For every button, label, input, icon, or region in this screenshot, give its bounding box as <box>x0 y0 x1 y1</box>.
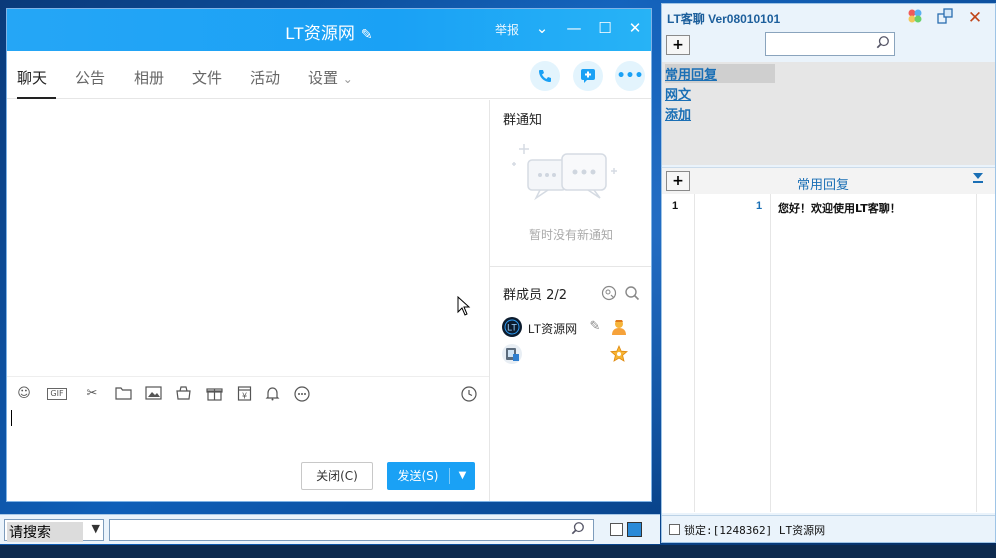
palette-icon[interactable] <box>905 8 925 28</box>
panel-search-input[interactable] <box>765 32 895 56</box>
window-checkbox-icon[interactable] <box>610 523 623 536</box>
image-icon[interactable] <box>144 386 162 402</box>
column-divider <box>770 194 771 512</box>
add-reply-button[interactable]: + <box>666 171 690 191</box>
link-add[interactable]: 添加 <box>665 104 691 123</box>
phone-icon[interactable] <box>530 61 560 91</box>
layout-icon[interactable] <box>935 8 955 28</box>
mouse-cursor-icon <box>457 296 471 316</box>
divider <box>490 266 651 267</box>
close-icon[interactable]: ✕ <box>965 8 985 28</box>
red-packet-icon[interactable]: ¥ <box>235 386 253 402</box>
emoji-icon[interactable]: ☺ <box>15 386 33 402</box>
link-common-replies[interactable]: 常用回复 <box>665 64 775 83</box>
tab-activity[interactable]: 活动 <box>250 67 280 88</box>
column-divider <box>976 194 977 512</box>
folder-icon[interactable] <box>114 386 132 402</box>
group-side-panel: 群通知 暂时没有新通知 群成员 2/2 LT LT资源网 ✎ <box>489 100 651 501</box>
avatar <box>502 344 522 364</box>
bell-icon[interactable] <box>263 386 281 402</box>
member-row[interactable]: LT LT资源网 ✎ <box>502 317 651 339</box>
text-caret <box>11 410 12 426</box>
members-heading: 群成员 2/2 <box>503 288 568 303</box>
tab-chat[interactable]: 聊天 <box>17 67 47 88</box>
close-button[interactable]: 关闭(C) <box>301 462 373 490</box>
group-chat-window: LT资源网 ✎ 举报 ⌄ — ☐ ✕ 聊天 公告 相册 文件 活动 设置 ⌄ ••… <box>6 8 652 502</box>
search-type-select[interactable]: 请搜索 ▼ <box>4 519 104 542</box>
svg-text:¥: ¥ <box>241 392 246 401</box>
filter-icon[interactable] <box>972 172 984 188</box>
maximize-icon[interactable]: ☐ <box>594 17 616 39</box>
add-message-icon[interactable] <box>573 61 603 91</box>
svg-text:LT: LT <box>507 323 517 333</box>
empty-notice-illustration-icon <box>512 144 617 201</box>
taskbar <box>0 545 996 558</box>
member-row[interactable] <box>502 344 651 366</box>
lt-chat-panel: LT客聊 Ver08010101 ✕ + 常用回复 网文 添加 + 常用回复 1… <box>661 3 996 543</box>
message-area[interactable] <box>7 100 489 376</box>
minimize-icon[interactable]: — <box>563 17 585 39</box>
grid-header: + 常用回复 <box>662 168 995 194</box>
tab-settings[interactable]: 设置 ⌄ <box>308 67 353 88</box>
chat-title: LT资源网 ✎ <box>7 19 651 44</box>
send-button[interactable]: 发送(S) ▼ <box>387 462 475 490</box>
search-icon[interactable] <box>624 285 640 301</box>
reply-grid: + 常用回复 1 1 您好！欢迎使用LT客聊！ <box>662 167 995 513</box>
link-articles[interactable]: 网文 <box>665 84 691 103</box>
status-bar: 锁定:[1248362] LT资源网 <box>662 515 995 542</box>
category-links: 常用回复 网文 添加 <box>662 62 995 165</box>
owner-icon <box>610 318 628 336</box>
search-icon[interactable] <box>571 521 585 539</box>
close-icon[interactable]: ✕ <box>624 17 646 39</box>
chat-title-text: LT资源网 <box>285 24 355 43</box>
add-button[interactable]: + <box>666 35 690 55</box>
chevron-down-icon: ⌄ <box>342 72 353 86</box>
message-input[interactable]: 关闭(C) 发送(S) ▼ <box>7 408 489 501</box>
notice-heading: 群通知 <box>503 113 543 128</box>
report-button[interactable]: 举报 <box>495 21 519 38</box>
row-count: 1 <box>756 200 763 212</box>
lock-status-text: 锁定:[1248362] LT资源网 <box>684 524 826 537</box>
scissors-icon[interactable]: ✂ <box>83 386 101 402</box>
more-icon[interactable] <box>293 386 311 402</box>
grid-title: 常用回复 <box>797 178 850 193</box>
history-icon[interactable] <box>460 386 478 402</box>
send-options-chevron-icon[interactable]: ▼ <box>450 462 475 490</box>
search-icon[interactable] <box>876 35 890 53</box>
avatar: LT <box>502 317 522 337</box>
shop-icon[interactable] <box>174 386 192 402</box>
bottom-search-bar: 请搜索 ▼ <box>0 514 660 544</box>
column-divider <box>694 194 695 512</box>
pencil-icon[interactable]: ✎ <box>361 26 373 43</box>
search-type-value: 请搜索 <box>7 522 83 542</box>
chevron-down-icon[interactable]: ⌄ <box>531 17 553 39</box>
input-toolbar: ☺ GIF ✂ ¥ <box>7 376 489 408</box>
gif-icon[interactable]: GIF <box>47 388 67 400</box>
bottom-search-input[interactable] <box>109 519 594 541</box>
admin-star-icon <box>609 344 629 363</box>
pencil-icon[interactable]: ✎ <box>586 318 604 336</box>
tab-files[interactable]: 文件 <box>192 67 222 88</box>
window-pin-icon[interactable] <box>627 522 642 537</box>
member-name: LT资源网 <box>528 322 578 336</box>
send-button-label: 发送(S) <box>397 469 439 483</box>
active-tab-indicator <box>17 97 56 99</box>
panel-title: LT客聊 Ver08010101 <box>667 12 781 26</box>
empty-notice-text: 暂时没有新通知 <box>528 228 613 242</box>
tab-bar: 聊天 公告 相册 文件 活动 设置 ⌄ ••• <box>7 51 651 99</box>
reply-text[interactable]: 您好！欢迎使用LT客聊！ <box>778 200 901 216</box>
chevron-down-icon: ▼ <box>91 522 100 535</box>
tab-announcement[interactable]: 公告 <box>75 67 105 88</box>
title-bar: LT资源网 ✎ 举报 ⌄ — ☐ ✕ <box>7 9 651 51</box>
tab-settings-label: 设置 <box>308 69 339 87</box>
row-index: 1 <box>672 200 679 212</box>
lock-checkbox[interactable] <box>669 524 680 535</box>
gift-icon[interactable] <box>205 386 223 402</box>
add-member-icon[interactable] <box>601 285 617 301</box>
tab-album[interactable]: 相册 <box>134 67 164 88</box>
more-icon[interactable]: ••• <box>615 61 645 91</box>
